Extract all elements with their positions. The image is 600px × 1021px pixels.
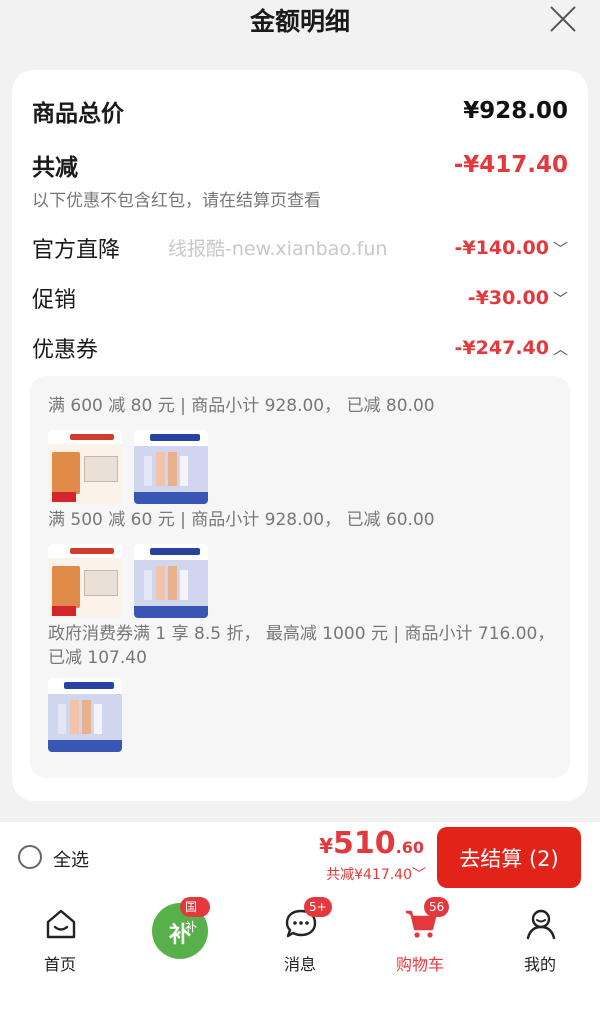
cart-badge: 56: [424, 897, 450, 917]
chevron-down-icon[interactable]: ﹀: [553, 288, 568, 309]
message-badge: 5+: [304, 897, 332, 917]
header: 金额明细: [0, 0, 600, 44]
tab-cart[interactable]: 56 购物车: [360, 897, 480, 974]
subsidy-badge: 国补: [180, 897, 210, 934]
tab-profile[interactable]: 我的: [480, 901, 600, 974]
amount-detail-card: 商品总价 ¥928.00 共减 -¥417.40 以下优惠不包含红包，请在结算页…: [12, 70, 588, 801]
final-price: ¥ 510 .60: [319, 826, 424, 861]
checkout-button[interactable]: 去结算 (2): [437, 827, 581, 888]
total-row: 商品总价 ¥928.00: [32, 94, 568, 128]
tab-label: 首页: [43, 955, 76, 974]
profile-icon: [526, 909, 556, 940]
tab-label: 购物车: [395, 955, 444, 974]
tab-national-subsidy[interactable]: 补 国补: [150, 895, 210, 959]
discount-row-official[interactable]: 官方直降 -¥140.00 ﹀: [32, 232, 568, 264]
bottom-tab-bar: 首页 补 国补 5+ 消息 56 购物车 我的: [0, 893, 600, 1021]
checkout-bar: 全选 ¥ 510 .60 共减¥417.40﹀ 去结算 (2): [0, 821, 600, 893]
tab-home[interactable]: 首页: [0, 901, 120, 974]
reduce-summary-toggle[interactable]: 共减¥417.40﹀: [326, 864, 426, 884]
chevron-up-icon[interactable]: ︿: [553, 338, 568, 359]
close-icon[interactable]: [548, 4, 578, 34]
tab-label: 我的: [523, 955, 556, 974]
select-all-radio[interactable]: [18, 845, 42, 869]
discount-amount: -¥140.00: [454, 237, 549, 259]
reduce-label: 共减: [32, 155, 78, 181]
discount-row-promo[interactable]: 促销 -¥30.00 ﹀: [32, 282, 568, 314]
reduce-row: 共减 -¥417.40: [32, 148, 568, 182]
price-decimal: .60: [395, 838, 424, 857]
coupon-rule: 政府消费券满 1 享 8.5 折， 最高减 1000 元 | 商品小计 716.…: [48, 624, 555, 668]
product-thumbnail[interactable]: [134, 544, 208, 618]
discount-label: 优惠券: [32, 338, 99, 363]
discount-label: 官方直降: [32, 238, 121, 263]
discount-label: 促销: [32, 288, 77, 313]
product-thumbnail[interactable]: [48, 430, 122, 504]
discount-amount: -¥30.00: [467, 287, 549, 309]
page-title: 金额明细: [249, 7, 350, 36]
product-thumbnail[interactable]: [48, 544, 122, 618]
product-thumbnail[interactable]: [48, 678, 122, 752]
total-label: 商品总价: [32, 101, 124, 127]
select-all-label[interactable]: 全选: [53, 846, 89, 872]
tab-label: 消息: [283, 955, 316, 974]
reduce-value: -¥417.40: [453, 152, 568, 178]
price-integer: 510: [333, 826, 396, 861]
discount-note: 以下优惠不包含红包，请在结算页查看: [32, 191, 321, 211]
home-icon: [46, 909, 76, 939]
chevron-down-icon: ﹀: [412, 867, 426, 883]
coupon-rule: 满 600 减 80 元 | 商品小计 928.00， 已减 80.00: [48, 396, 435, 416]
subsidy-glyph: 补: [168, 923, 191, 948]
total-value: ¥928.00: [463, 98, 568, 124]
tab-messages[interactable]: 5+ 消息: [240, 897, 360, 974]
coupon-rule: 满 500 减 60 元 | 商品小计 928.00， 已减 60.00: [48, 510, 435, 530]
discount-row-coupon[interactable]: 优惠券 -¥247.40 ︿: [32, 332, 568, 364]
currency-symbol: ¥: [319, 834, 334, 858]
discount-amount: -¥247.40: [454, 337, 549, 359]
chevron-down-icon[interactable]: ﹀: [553, 238, 568, 259]
coupon-detail-box: 满 600 减 80 元 | 商品小计 928.00， 已减 80.00 满 5…: [30, 376, 570, 778]
product-thumbnail[interactable]: [134, 430, 208, 504]
reduce-summary: 共减¥417.40: [326, 867, 412, 883]
